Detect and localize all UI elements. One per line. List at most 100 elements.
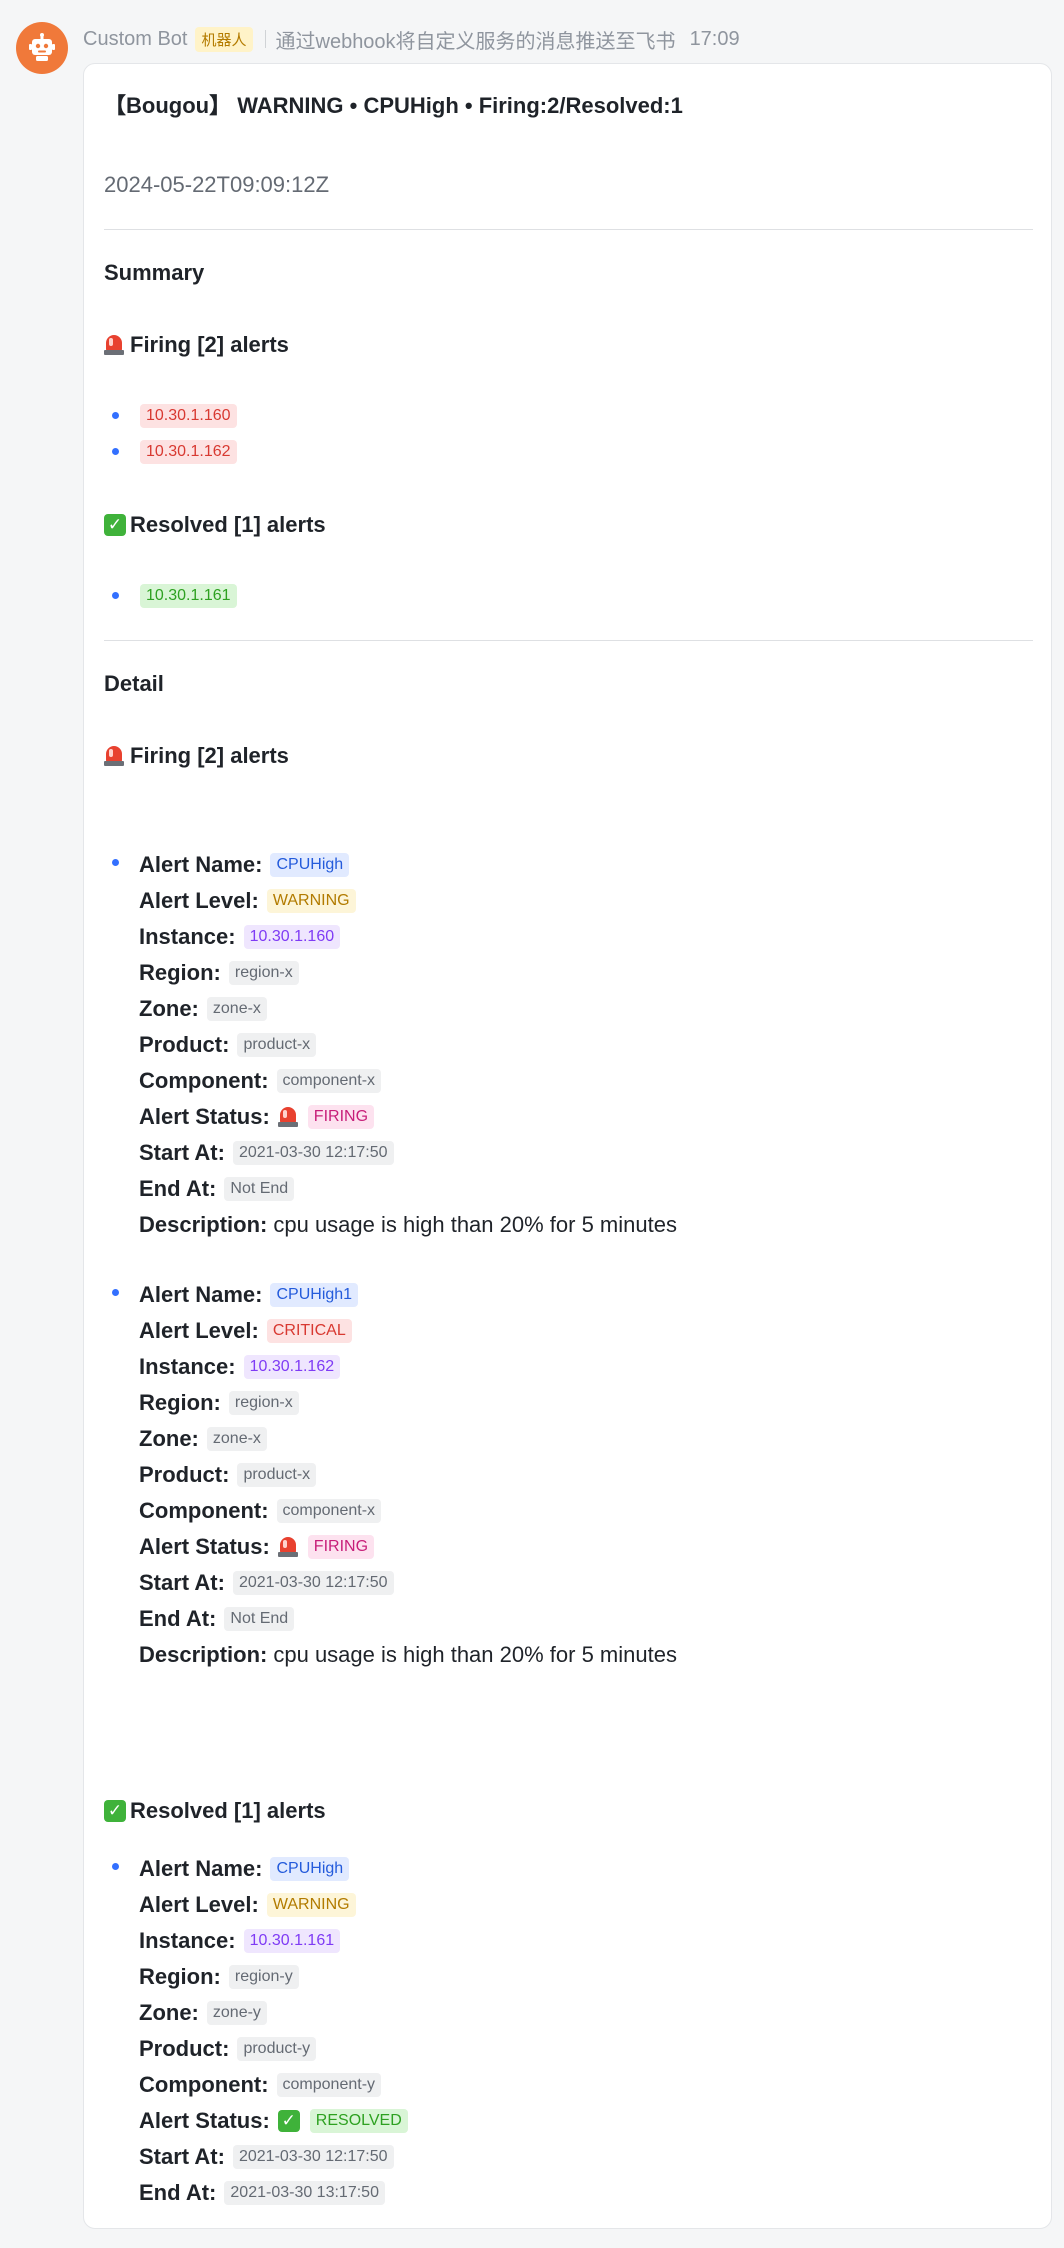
region-label: Region: [139,1964,221,1989]
component-label: Component: [139,1068,269,1093]
header-divider [264,30,266,48]
start-at-label: Start At: [139,1570,225,1595]
description-text: cpu usage is high than 20% for 5 minutes [273,1642,677,1667]
zone-tag: zone-y [206,2001,267,2025]
bot-avatar[interactable] [16,22,68,74]
component-tag: component-x [276,1069,382,1093]
alert-name-label: Alert Name: [139,852,263,877]
alert-status-label: Alert Status: [139,1534,270,1559]
region-tag: region-x [228,961,299,985]
detail-heading: Detail [104,671,164,696]
instance-label: Instance: [139,1928,236,1953]
alert-status-tag: FIRING [307,1105,375,1129]
siren-icon [277,1536,298,1558]
zone-tag: zone-x [206,997,267,1021]
start-at-tag: 2021-03-30 12:17:50 [232,1141,394,1165]
divider [104,229,1033,230]
component-tag: component-y [276,2073,382,2097]
summary-resolved-label: Resolved [1] alerts [130,512,326,537]
instance-tag: 10.30.1.162 [243,1355,341,1379]
alert-status-label: Alert Status: [139,2108,270,2133]
check-icon: ✓ [104,514,126,536]
summary-heading: Summary [104,260,205,285]
instance-label: Instance: [139,1354,236,1379]
card-timestamp: 2024-05-22T09:09:12Z [104,172,330,197]
alert-status-label: Alert Status: [139,1104,270,1129]
region-label: Region: [139,960,221,985]
zone-label: Zone: [139,2000,199,2025]
end-at-label: End At: [139,1176,217,1201]
alert-name-tag: CPUHigh [270,1857,350,1881]
summary-firing-instance: 10.30.1.162 [140,440,237,464]
alert-status-tag: RESOLVED [309,2109,408,2133]
alert-item: Alert Name: CPUHigh Alert Level: WARNING I… [139,1854,408,2208]
start-at-label: Start At: [139,1140,225,1165]
summary-resolved-heading: ✓ Resolved [1] alerts [104,512,326,538]
end-at-label: End At: [139,1606,217,1631]
alert-level-tag: WARNING [266,889,356,913]
alert-level-tag: CRITICAL [266,1319,352,1343]
start-at-tag: 2021-03-30 12:17:50 [232,2145,394,2169]
product-tag: product-y [237,2037,317,2061]
alert-level-label: Alert Level: [139,888,259,913]
end-at-label: End At: [139,2180,217,2205]
list-bullet [112,859,119,866]
alert-status-tag: FIRING [307,1535,375,1559]
region-label: Region: [139,1390,221,1415]
alert-item: Alert Name: CPUHigh1 Alert Level: CRITICAL… [139,1280,677,1670]
description-text: cpu usage is high than 20% for 5 minutes [273,1212,677,1237]
bot-name[interactable]: Custom Bot [83,28,187,51]
product-tag: product-x [237,1033,317,1057]
description-label: Description: [139,1212,268,1237]
zone-label: Zone: [139,996,199,1021]
list-bullet [112,1289,119,1296]
detail-resolved-label: Resolved [1] alerts [130,1798,326,1823]
component-label: Component: [139,1498,269,1523]
alert-level-tag: WARNING [266,1893,356,1917]
instance-label: Instance: [139,924,236,949]
description-label: Description: [139,1642,268,1667]
instance-tag: 10.30.1.160 [243,925,341,949]
product-tag: product-x [237,1463,317,1487]
detail-firing-heading: Firing [2] alerts [104,743,289,769]
list-bullet [112,448,119,455]
list-bullet [112,412,119,419]
region-tag: region-x [228,1391,299,1415]
robot-icon [29,33,55,61]
summary-firing-instance: 10.30.1.160 [140,404,237,428]
region-tag: region-y [228,1965,299,1989]
divider [104,640,1033,641]
list-bullet [112,1863,119,1870]
summary-firing-heading: Firing [2] alerts [104,332,289,358]
detail-resolved-heading: ✓ Resolved [1] alerts [104,1798,326,1824]
summary-firing-label: Firing [2] alerts [130,332,289,357]
zone-tag: zone-x [206,1427,267,1451]
alert-name-tag: CPUHigh [270,853,350,877]
message-card: 【Bougou】 WARNING • CPUHigh • Firing:2/Re… [83,63,1052,2229]
component-tag: component-x [276,1499,382,1523]
card-title: 【Bougou】 WARNING • CPUHigh • Firing:2/Re… [104,93,683,118]
end-at-tag: Not End [224,1607,295,1631]
alert-name-label: Alert Name: [139,1856,263,1881]
siren-icon [277,1106,298,1128]
product-label: Product: [139,1032,230,1057]
alert-level-label: Alert Level: [139,1892,259,1917]
message-time: 17:09 [689,27,740,50]
check-icon: ✓ [277,2110,300,2132]
end-at-tag: Not End [224,1177,295,1201]
alert-name-tag: CPUHigh1 [270,1283,359,1307]
alert-item: Alert Name: CPUHigh Alert Level: WARNING I… [139,850,677,1240]
summary-resolved-instance: 10.30.1.161 [140,584,237,608]
product-label: Product: [139,1462,230,1487]
bot-description: 通过webhook将自定义服务的消息推送至飞书 [275,30,676,53]
detail-firing-label: Firing [2] alerts [130,743,289,768]
product-label: Product: [139,2036,230,2061]
end-at-tag: 2021-03-30 13:17:50 [224,2181,385,2205]
message-header: Custom Bot 机器人 通过webhook将自定义服务的消息推送至飞书 1… [83,24,740,54]
zone-label: Zone: [139,1426,199,1451]
start-at-tag: 2021-03-30 12:17:50 [232,1571,394,1595]
instance-tag: 10.30.1.161 [243,1929,341,1953]
check-icon: ✓ [104,1800,126,1822]
alert-name-label: Alert Name: [139,1282,263,1307]
start-at-label: Start At: [139,2144,225,2169]
